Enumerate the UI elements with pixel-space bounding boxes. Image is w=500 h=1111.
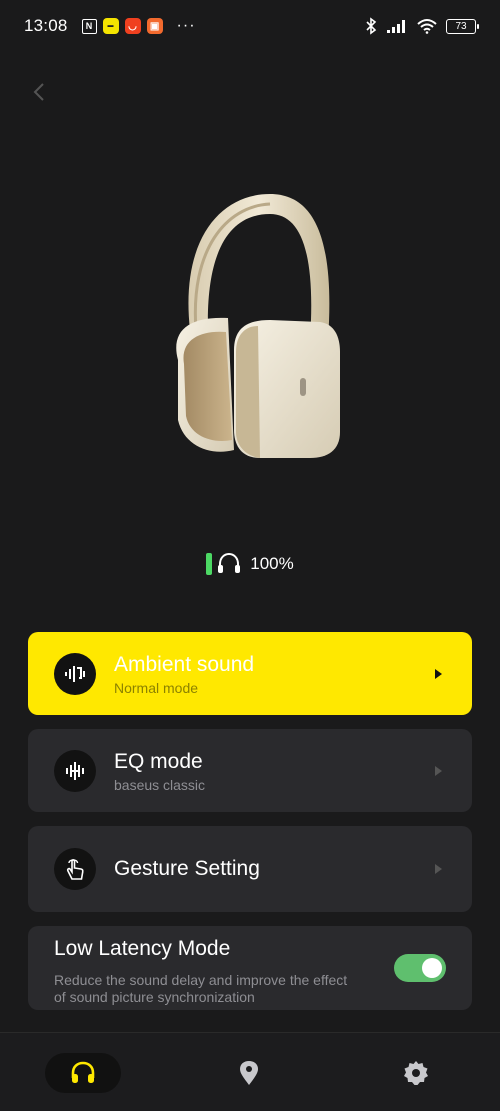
eq-mode-title: EQ mode (114, 749, 203, 773)
ambient-sound-icon (54, 652, 96, 695)
gesture-icon (54, 848, 96, 890)
battery-level: 73 (455, 20, 467, 32)
gesture-setting-card[interactable]: Gesture Setting (28, 826, 472, 912)
status-bar: 13:08 N ▬ ◡ ▣ ··· 73 (0, 0, 500, 52)
eq-mode-card[interactable]: EQ mode baseus classic (28, 729, 472, 812)
equalizer-icon (54, 749, 96, 792)
signal-icon (387, 20, 405, 33)
gesture-setting-title: Gesture Setting (114, 857, 260, 880)
low-latency-title: Low Latency Mode (54, 937, 231, 960)
more-icon: ··· (176, 17, 196, 34)
battery-level-bar (206, 553, 213, 575)
low-latency-description: Reduce the sound delay and improve the e… (54, 972, 348, 1005)
ambient-sound-text: Ambient sound Normal mode (114, 652, 435, 696)
nav-settings-tab[interactable] (396, 1053, 436, 1093)
settings-icon (404, 1061, 428, 1085)
wifi-icon (417, 19, 437, 34)
battery-percent: 100% (250, 554, 294, 573)
toggle-knob (422, 958, 442, 978)
chevron-right-icon (435, 765, 442, 776)
ambient-sound-title: Ambient sound (114, 652, 255, 676)
shopping-app-icon: ▣ (146, 18, 163, 34)
nav-headphones-tab[interactable] (45, 1053, 121, 1093)
chevron-right-icon (435, 668, 442, 679)
battery-level-fill (206, 553, 213, 575)
headphones-image (176, 194, 340, 458)
headphones-small-icon (218, 552, 241, 573)
back-arrow-icon[interactable] (28, 80, 52, 104)
eq-mode-subtitle: baseus classic (114, 776, 206, 793)
bottom-nav (0, 1032, 500, 1111)
ambient-sound-card[interactable]: Ambient sound Normal mode (28, 632, 472, 715)
status-time: 13:08 (24, 16, 68, 35)
headphones-icon (71, 1061, 95, 1083)
gesture-setting-text: Gesture Setting (114, 856, 435, 882)
earphone-battery: 100% (0, 552, 500, 576)
aliexpress-icon: ◡ (124, 18, 141, 34)
status-left: 13:08 N ▬ ◡ ▣ ··· (24, 16, 196, 36)
chevron-right-icon (435, 864, 442, 874)
eq-mode-text: EQ mode baseus classic (114, 749, 435, 793)
battery-icon: 73 (446, 18, 479, 34)
status-right: 73 (364, 17, 479, 35)
low-latency-card: Low Latency Mode Reduce the sound delay … (28, 926, 472, 1010)
bluetooth-icon (366, 17, 377, 35)
ambient-sound-subtitle: Normal mode (114, 679, 199, 696)
low-latency-toggle[interactable] (394, 954, 446, 982)
nfc-icon: N (81, 18, 97, 34)
nav-location-tab[interactable] (229, 1053, 269, 1093)
location-icon (240, 1061, 258, 1085)
baseus-app-icon: ▬ (102, 18, 119, 34)
